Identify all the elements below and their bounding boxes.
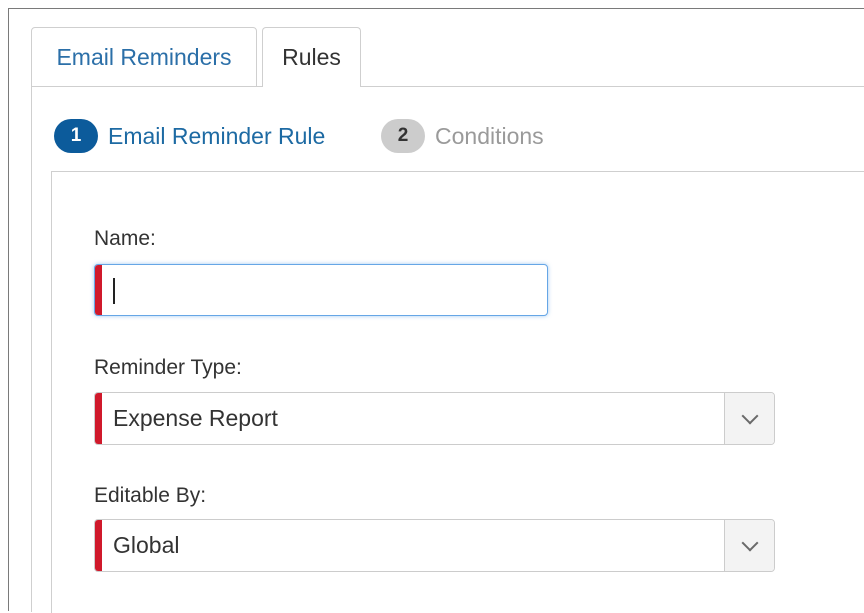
editable-by-value: Global <box>113 532 180 558</box>
chevron-down-icon <box>741 534 759 552</box>
reminder-type-value: Expense Report <box>113 405 278 431</box>
step-label: Email Reminder Rule <box>108 122 326 149</box>
rules-tab-panel: 1 Email Reminder Rule 2 Conditions Name:… <box>31 86 864 613</box>
tab-rules[interactable]: Rules <box>262 27 361 87</box>
required-indicator <box>95 265 102 315</box>
required-indicator <box>95 393 102 444</box>
reminder-type-label: Reminder Type: <box>94 356 242 379</box>
step-label: Conditions <box>435 122 544 149</box>
window-frame: Email Reminders Rules 1 Email Reminder R… <box>8 8 864 613</box>
editable-by-select[interactable]: Global <box>94 519 775 572</box>
editable-by-label: Editable By: <box>94 484 207 507</box>
name-input[interactable] <box>109 265 543 315</box>
name-field[interactable] <box>94 264 548 316</box>
reminder-type-select[interactable]: Expense Report <box>94 392 775 445</box>
step-number-badge: 2 <box>381 119 425 153</box>
reminder-type-dropdown-button[interactable] <box>724 393 774 444</box>
rule-form: Name: Reminder Type: Expense Report Edit… <box>51 171 864 613</box>
editable-by-dropdown-button[interactable] <box>724 520 774 571</box>
step-conditions[interactable]: 2 Conditions <box>381 118 544 154</box>
required-indicator <box>95 520 102 571</box>
text-caret <box>113 278 115 304</box>
chevron-down-icon <box>741 407 759 425</box>
step-email-reminder-rule[interactable]: 1 Email Reminder Rule <box>54 118 325 154</box>
step-number-badge: 1 <box>54 119 98 153</box>
tab-email-reminders[interactable]: Email Reminders <box>31 27 257 87</box>
name-label: Name: <box>94 227 156 250</box>
